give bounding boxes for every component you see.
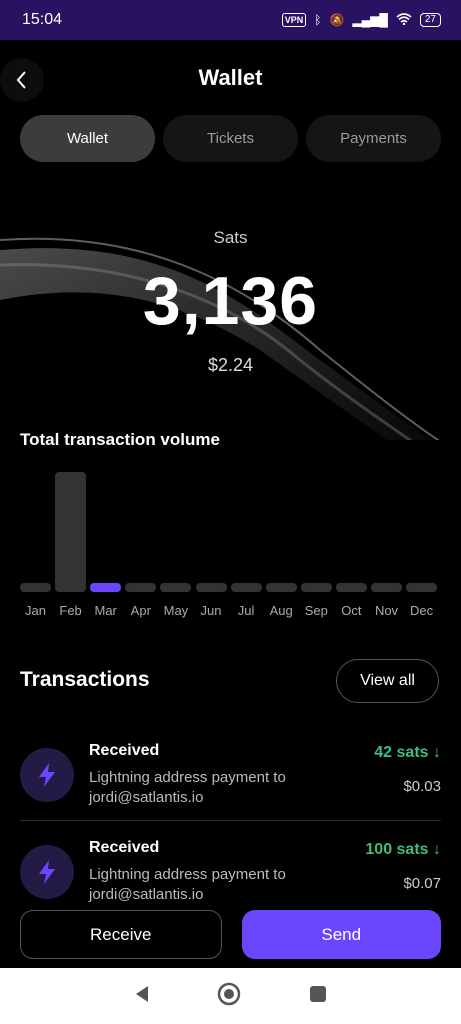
tab-payments[interactable]: Payments — [306, 115, 441, 162]
volume-chart: Jan Feb Mar Apr May Jun Jul Aug Sep Oct Nov Dec — [20, 460, 441, 622]
status-icons: VPN ᛒ 🔕 ▂▄▆█ 27 — [281, 12, 441, 28]
tab-bar: Wallet Tickets Payments — [20, 115, 441, 162]
transaction-amount: 100 sats ↓ — [365, 841, 441, 858]
balance-label: Sats — [213, 228, 248, 247]
transactions-title: Transactions — [20, 668, 150, 691]
bluetooth-icon: ᛒ — [314, 13, 322, 27]
chart-bar-feb — [55, 472, 87, 592]
chart-bar-mar — [90, 583, 122, 592]
transaction-fiat: $0.07 — [403, 875, 441, 892]
chart-month-label: Aug — [269, 603, 293, 618]
chart-bar-jul — [230, 583, 262, 592]
chart-bar-sep — [300, 583, 332, 592]
chart-month-label: Nov — [374, 603, 399, 618]
chart-month-label: Oct — [341, 603, 362, 618]
transaction-description: Lightning address payment to jordi@satla… — [89, 865, 286, 905]
system-nav-bar — [0, 968, 461, 1024]
status-bar: 15:04 VPN ᛒ 🔕 ▂▄▆█ 27 — [0, 0, 461, 40]
transaction-description: Lightning address payment to jordi@satla… — [89, 768, 286, 808]
transaction-desc-line2: jordi@satlantis.io — [89, 886, 204, 903]
chart-month-label: Sep — [304, 603, 328, 618]
tab-tickets[interactable]: Tickets — [163, 115, 298, 162]
chart-month-label: Jun — [200, 603, 222, 618]
chart-bar-jun — [195, 583, 227, 592]
chevron-left-icon — [16, 71, 26, 89]
mute-icon: 🔕 — [329, 13, 345, 27]
chart-month-label: Jul — [237, 603, 255, 618]
transaction-type: Received — [89, 839, 160, 856]
chart-month-label: Dec — [410, 603, 434, 618]
receive-button[interactable]: Receive — [20, 910, 222, 959]
view-all-button[interactable]: View all — [336, 659, 439, 703]
transaction-amount: 42 sats ↓ — [374, 744, 441, 761]
chart-month-label: Apr — [130, 603, 151, 618]
divider — [20, 820, 441, 821]
recents-square-icon[interactable] — [309, 985, 327, 1008]
chart-bar-aug — [265, 583, 297, 592]
balance-value: 3,136 — [142, 263, 319, 339]
transaction-type: Received — [89, 742, 160, 759]
lightning-icon — [20, 748, 74, 802]
chart-bar-dec — [406, 583, 438, 592]
back-button[interactable] — [0, 58, 44, 102]
transaction-desc-line1: Lightning address payment to — [89, 866, 286, 883]
page-title: Wallet — [198, 65, 263, 90]
status-time: 15:04 — [22, 11, 63, 28]
wifi-icon — [396, 12, 412, 28]
transaction-item[interactable]: Received Lightning address payment to jo… — [20, 738, 441, 824]
tab-wallet[interactable]: Wallet — [20, 115, 155, 162]
lightning-icon — [20, 845, 74, 899]
vpn-icon: VPN — [281, 13, 307, 27]
balance-fiat: $2.24 — [207, 355, 254, 375]
back-triangle-icon[interactable] — [134, 985, 150, 1008]
chart-month-label: May — [163, 603, 189, 618]
battery-icon: 27 — [419, 13, 441, 27]
transaction-fiat: $0.03 — [403, 778, 441, 795]
chart-bar-may — [160, 583, 192, 592]
header: Wallet — [0, 40, 461, 116]
transaction-item[interactable]: Received Lightning address payment to jo… — [20, 835, 441, 921]
chart-bar-apr — [125, 583, 157, 592]
signal-icon: ▂▄▆█ — [352, 13, 388, 27]
volume-title: Total transaction volume — [20, 430, 220, 449]
transaction-desc-line2: jordi@satlantis.io — [89, 789, 204, 806]
chart-month-label: Jan — [25, 603, 46, 618]
chart-bar-jan — [20, 583, 51, 592]
chart-month-label: Feb — [59, 603, 82, 618]
chart-bar-nov — [371, 583, 402, 592]
action-bar: Receive Send — [20, 910, 441, 959]
chart-bar-oct — [335, 583, 367, 592]
transaction-desc-line1: Lightning address payment to — [89, 769, 286, 786]
home-circle-icon[interactable] — [217, 982, 241, 1011]
send-button[interactable]: Send — [241, 910, 441, 959]
chart-month-label: Mar — [94, 603, 117, 618]
